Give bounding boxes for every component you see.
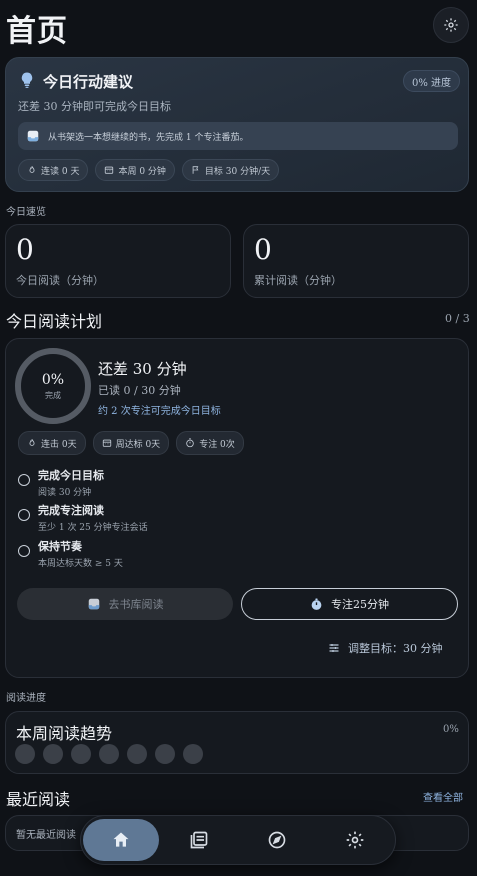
calendar-icon [105, 166, 114, 174]
task-subtitle: 阅读 30 分钟 [38, 488, 92, 498]
view-all-link[interactable]: 查看全部 [423, 789, 463, 804]
plan-count: 0 / 3 [445, 312, 470, 325]
recent-title: 最近阅读 [6, 790, 71, 809]
trend-title: 本周阅读趋势 [16, 724, 113, 743]
task-item[interactable]: 保持节奏 本周达标天数 ≥ 5 天 [18, 538, 123, 569]
streak-chip-label: 连读 0 天 [41, 166, 80, 177]
tip-box: 从书架选一本想继续的书，先完成 1 个专注番茄。 [18, 122, 458, 150]
focus-button-label: 专注25分钟 [331, 598, 389, 611]
bottom-nav [80, 815, 396, 865]
timer-icon [311, 598, 322, 610]
suggestion-chips: 连读 0 天 本周 0 分钟 目标 30 分钟/天 [18, 159, 280, 181]
inbox-icon [27, 130, 39, 142]
timer-icon [186, 438, 194, 448]
inbox-icon [88, 598, 99, 610]
weekly-trend-card: 本周阅读趋势 0% [5, 711, 469, 774]
task-title: 保持节奏 [38, 540, 82, 553]
nav-home[interactable] [83, 819, 159, 861]
task-item[interactable]: 完成专注阅读 至少 1 次 25 分钟专注会话 [18, 502, 148, 533]
plan-title: 今日阅读计划 [6, 312, 103, 331]
total-reading-value: 0 [254, 233, 272, 266]
suggestion-subtitle: 还差 30 分钟即可完成今日目标 [18, 100, 171, 113]
ring-text: 0% 完成 [14, 347, 92, 425]
progress-label: 阅读进度 [6, 693, 46, 704]
trend-percent: 0% [443, 724, 459, 735]
adjust-goal-label: 调整目标：30 分钟 [348, 642, 443, 655]
flag-icon [192, 166, 199, 174]
task-subtitle: 至少 1 次 25 分钟专注会话 [38, 523, 148, 533]
gear-icon [444, 18, 458, 32]
day-dots [15, 744, 203, 764]
ring-percent: 0% [41, 371, 65, 388]
goal-chip-label: 目标 30 分钟/天 [204, 166, 271, 177]
overview-label: 今日速览 [6, 207, 46, 218]
task-checkbox[interactable] [18, 545, 30, 557]
nav-settings[interactable] [317, 819, 393, 861]
day-dot [71, 744, 91, 764]
day-dot [15, 744, 35, 764]
flame-icon [29, 439, 35, 446]
flame-icon [29, 166, 35, 173]
week-target-chip: 周达标 0天 [92, 431, 170, 455]
focus-button[interactable]: 专注25分钟 [241, 588, 458, 620]
compass-icon [268, 831, 286, 849]
library-button[interactable]: 去书库阅读 [17, 588, 233, 620]
day-dot [127, 744, 147, 764]
week-chip-label: 本周 0 分钟 [118, 166, 166, 177]
lightbulb-icon [21, 72, 33, 88]
calendar-icon [102, 439, 111, 447]
today-reading-value: 0 [16, 233, 34, 266]
task-title: 完成专注阅读 [38, 504, 104, 517]
plan-card: 0% 完成 还差 30 分钟 已读 0 / 30 分钟 约 2 次专注可完成今日… [5, 338, 469, 678]
week-chip: 本周 0 分钟 [95, 159, 175, 181]
adjust-goal-button[interactable]: 调整目标：30 分钟 [328, 640, 443, 656]
task-item[interactable]: 完成今日目标 阅读 30 分钟 [18, 467, 104, 498]
plan-hint: 约 2 次专注可完成今日目标 [98, 406, 221, 417]
task-checkbox[interactable] [18, 474, 30, 486]
plan-read: 已读 0 / 30 分钟 [98, 384, 181, 397]
recent-empty-text: 暂无最近阅读 [16, 830, 76, 841]
settings-button[interactable] [433, 7, 469, 43]
sliders-icon [329, 644, 339, 652]
suggestion-title: 今日行动建议 [43, 73, 134, 91]
home-icon [113, 832, 129, 847]
suggestion-card: 今日行动建议 0% 进度 还差 30 分钟即可完成今日目标 从书架选一本想继续的… [5, 57, 469, 192]
progress-badge: 0% 进度 [403, 70, 461, 92]
focus-count-chip: 专注 0次 [176, 431, 244, 455]
task-checkbox[interactable] [18, 509, 30, 521]
combo-chip: 连击 0天 [18, 431, 86, 455]
library-icon [190, 831, 208, 849]
header: 首页 [0, 0, 477, 50]
today-reading-card: 0 今日阅读（分钟） [5, 224, 231, 298]
ring-label: 完成 [45, 390, 61, 400]
library-button-label: 去书库阅读 [108, 598, 164, 611]
goal-chip: 目标 30 分钟/天 [181, 159, 280, 181]
tip-text: 从书架选一本想继续的书，先完成 1 个专注番茄。 [48, 132, 249, 143]
task-subtitle: 本周达标天数 ≥ 5 天 [38, 559, 123, 569]
page-title: 首页 [6, 14, 68, 49]
nav-explore[interactable] [239, 819, 315, 861]
streak-chip: 连读 0 天 [18, 159, 89, 181]
total-reading-label: 累计阅读（分钟） [254, 274, 342, 287]
total-reading-card: 0 累计阅读（分钟） [243, 224, 469, 298]
day-dot [183, 744, 203, 764]
today-reading-label: 今日阅读（分钟） [16, 274, 104, 287]
focus-count-chip-label: 专注 0次 [199, 439, 235, 450]
gear-icon [346, 831, 364, 849]
combo-chip-label: 连击 0天 [41, 439, 77, 450]
plan-chips: 连击 0天 周达标 0天 专注 0次 [18, 431, 244, 455]
plan-remaining: 还差 30 分钟 [98, 360, 187, 378]
week-target-chip-label: 周达标 0天 [115, 439, 161, 450]
nav-library[interactable] [161, 819, 237, 861]
day-dot [99, 744, 119, 764]
task-title: 完成今日目标 [38, 469, 104, 482]
day-dot [43, 744, 63, 764]
day-dot [155, 744, 175, 764]
